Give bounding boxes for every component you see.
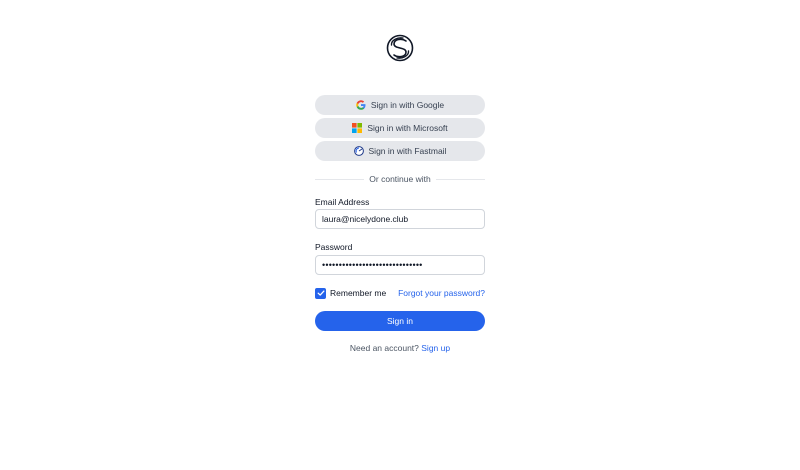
sign-in-button-label: Sign in	[387, 316, 413, 326]
sign-in-fastmail-label: Sign in with Fastmail	[368, 146, 447, 156]
sign-in-page: Sign in with Google Sign in with Microso…	[0, 0, 800, 470]
sign-in-google-button[interactable]: Sign in with Google	[315, 95, 485, 115]
sign-up-link[interactable]: Sign up	[421, 343, 450, 353]
divider-text: Or continue with	[369, 174, 431, 184]
remember-me-label: Remember me	[330, 288, 387, 298]
sign-in-button[interactable]: Sign in	[315, 311, 485, 331]
divider-line-right	[435, 178, 486, 180]
email-label: Email Address	[315, 197, 370, 207]
password-label: Password	[315, 242, 353, 252]
sign-in-google-label: Sign in with Google	[370, 100, 445, 110]
app-logo-icon	[386, 33, 414, 63]
password-value: ••••••••••••••••••••••••••••••	[322, 260, 423, 270]
google-icon	[356, 100, 366, 110]
password-field[interactable]: ••••••••••••••••••••••••••••••	[315, 255, 485, 275]
signup-prompt-text: Need an account?	[349, 343, 419, 353]
forgot-password-link[interactable]: Forgot your password?	[398, 287, 485, 299]
sign-in-microsoft-label: Sign in with Microsoft	[367, 123, 448, 133]
microsoft-icon	[352, 123, 363, 133]
sign-in-microsoft-button[interactable]: Sign in with Microsoft	[315, 118, 485, 138]
checkmark-icon	[317, 290, 325, 296]
remember-me-checkbox[interactable]	[315, 287, 326, 299]
signup-prompt: Need an account? Sign up	[315, 343, 485, 353]
or-continue-divider: Or continue with	[315, 173, 486, 185]
divider-line-left	[315, 178, 365, 180]
fastmail-icon	[353, 146, 364, 156]
sign-in-fastmail-button[interactable]: Sign in with Fastmail	[315, 141, 485, 161]
email-field[interactable]	[315, 209, 485, 229]
remember-me: Remember me	[315, 287, 386, 299]
